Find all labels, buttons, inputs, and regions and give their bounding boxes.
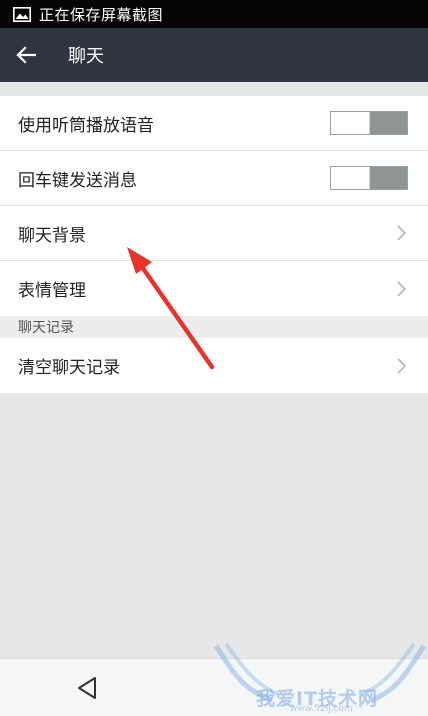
arrow-left-icon [16,46,36,64]
chat-settings-list: 使用听筒播放语音 回车键发送消息 聊天背景 表情管理 [0,96,428,316]
setting-label: 清空聊天记录 [18,358,120,378]
setting-label: 表情管理 [18,281,86,301]
setting-enter-to-send[interactable]: 回车键发送消息 [0,151,428,206]
toggle-knob [331,167,370,189]
status-bar: 正在保存屏幕截图 [0,0,428,28]
image-icon [13,6,31,22]
status-text: 正在保存屏幕截图 [39,5,164,24]
toggle-knob [331,112,370,134]
setting-label: 聊天背景 [18,225,86,246]
setting-clear-chat-history[interactable]: 清空聊天记录 [0,338,428,393]
setting-label: 回车键发送消息 [18,170,137,191]
chevron-right-icon [397,280,407,297]
screen: 正在保存屏幕截图 聊天 使用听筒播放语音 回车键发送消息 聊天背景 表情管理 聊… [0,0,428,716]
chevron-right-icon [397,357,407,374]
setting-chat-background[interactable]: 聊天背景 [0,206,428,261]
page-title: 聊天 [68,46,104,67]
enter-to-send-toggle[interactable] [330,166,408,190]
chevron-right-icon [397,225,407,241]
setting-sticker-management[interactable]: 表情管理 [0,261,428,316]
setting-label: 使用听筒播放语音 [18,115,154,136]
section-header-chat-records: 聊天记录 [0,316,428,338]
triangle-back-icon[interactable] [75,675,101,701]
navigation-bar [0,658,428,716]
back-button[interactable] [0,28,52,82]
earpiece-playback-toggle[interactable] [330,111,408,135]
setting-earpiece-playback[interactable]: 使用听筒播放语音 [0,96,428,151]
chat-records-list: 清空聊天记录 [0,338,428,393]
action-bar: 聊天 [0,28,428,82]
